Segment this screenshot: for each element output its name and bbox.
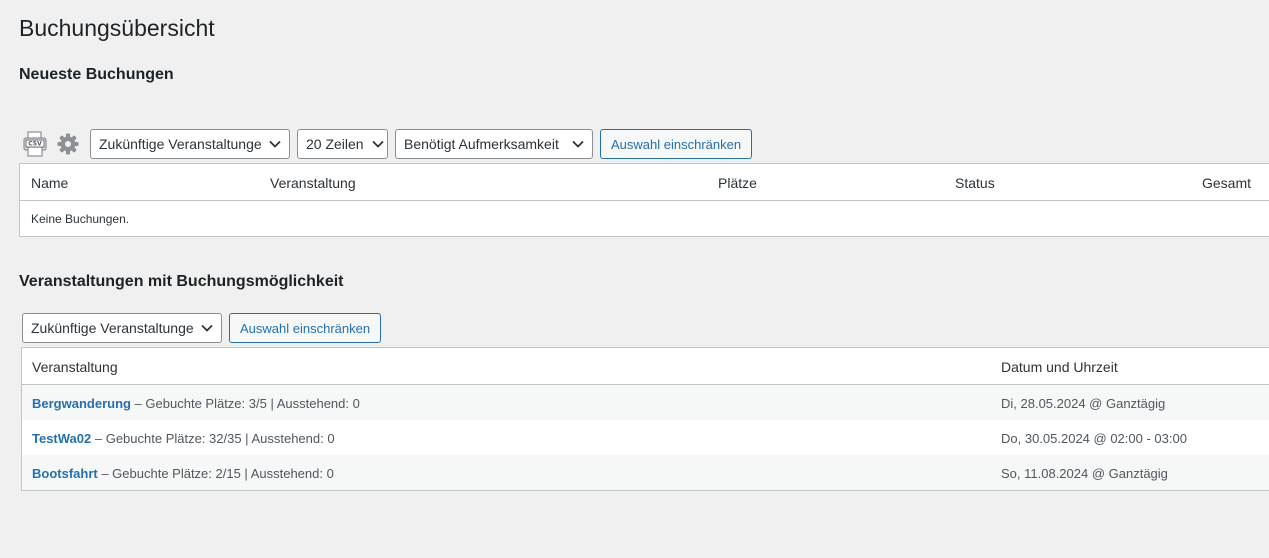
event-details: – Gebuchte Plätze: 2/15 | Ausstehend: 0 xyxy=(97,466,334,481)
column-header-event[interactable]: Veranstaltung xyxy=(32,359,118,375)
table-row-empty: Keine Buchungen. xyxy=(20,201,1269,236)
event-datetime: So, 11.08.2024 @ Ganztägig xyxy=(1001,466,1168,481)
event-link[interactable]: Bootsfahrt xyxy=(32,466,98,481)
bookable-events-title: Veranstaltungen mit Buchungsmöglichkeit xyxy=(19,273,344,290)
event-link[interactable]: TestWa02 xyxy=(32,431,91,446)
booking-status-value: Benötigt Aufmerksamkeit xyxy=(404,136,559,152)
event-details: – Gebuchte Plätze: 3/5 | Ausstehend: 0 xyxy=(130,396,360,411)
events-apply-filter-button[interactable]: Auswahl einschränken xyxy=(229,313,382,343)
column-header-event[interactable]: Veranstaltung xyxy=(270,175,356,191)
events-time-filter-value: Zukünftige Veranstaltungen xyxy=(31,320,193,336)
table-row: Bergwanderung – Gebuchte Plätze: 3/5 | A… xyxy=(22,385,1269,420)
chevron-down-icon xyxy=(564,140,584,148)
column-header-spaces[interactable]: Plätze xyxy=(718,175,757,191)
column-header-total[interactable]: Gesamt xyxy=(1202,175,1251,191)
chevron-down-icon xyxy=(364,140,384,148)
events-time-filter-select[interactable]: Zukünftige Veranstaltungen xyxy=(22,313,222,343)
gear-icon[interactable] xyxy=(57,133,79,155)
recent-bookings-table: Name Veranstaltung Plätze Status Gesamt … xyxy=(19,163,1269,237)
empty-message: Keine Buchungen. xyxy=(31,212,130,226)
event-cell: Bootsfahrt – Gebuchte Plätze: 2/15 | Aus… xyxy=(32,466,334,481)
event-datetime: Do, 30.05.2024 @ 02:00 - 03:00 xyxy=(1001,431,1187,446)
recent-bookings-toolbar: CSV Zukünftige Veranstaltungen 20 Zeilen… xyxy=(23,129,753,159)
column-header-status[interactable]: Status xyxy=(955,175,995,191)
csv-icon-label: CSV xyxy=(28,141,42,148)
booking-status-select[interactable]: Benötigt Aufmerksamkeit xyxy=(395,129,593,159)
event-cell: Bergwanderung – Gebuchte Plätze: 3/5 | A… xyxy=(32,396,360,411)
rows-per-page-value: 20 Zeilen xyxy=(306,136,364,152)
bookable-events-table: Veranstaltung Datum und Uhrzeit Bergwand… xyxy=(21,347,1269,491)
events-toolbar: Zukünftige Veranstaltungen Auswahl einsc… xyxy=(22,313,382,343)
column-header-datetime[interactable]: Datum und Uhrzeit xyxy=(1001,359,1118,375)
table-row: TestWa02 – Gebuchte Plätze: 32/35 | Auss… xyxy=(22,420,1269,455)
event-cell: TestWa02 – Gebuchte Plätze: 32/35 | Auss… xyxy=(32,431,335,446)
page-title: Buchungsübersicht xyxy=(19,15,215,41)
recent-time-filter-value: Zukünftige Veranstaltungen xyxy=(99,136,261,152)
table-row: Bootsfahrt – Gebuchte Plätze: 2/15 | Aus… xyxy=(22,455,1269,490)
recent-bookings-title: Neueste Buchungen xyxy=(19,66,174,83)
rows-per-page-select[interactable]: 20 Zeilen xyxy=(297,129,388,159)
event-details: – Gebuchte Plätze: 32/35 | Ausstehend: 0 xyxy=(91,431,335,446)
recent-apply-filter-button[interactable]: Auswahl einschränken xyxy=(600,129,753,159)
csv-export-icon[interactable]: CSV xyxy=(23,131,47,157)
chevron-down-icon xyxy=(193,324,213,332)
column-header-name[interactable]: Name xyxy=(31,175,68,191)
recent-time-filter-select[interactable]: Zukünftige Veranstaltungen xyxy=(90,129,290,159)
event-link[interactable]: Bergwanderung xyxy=(32,396,131,411)
recent-bookings-header: Name Veranstaltung Plätze Status Gesamt xyxy=(20,164,1269,201)
event-datetime: Di, 28.05.2024 @ Ganztägig xyxy=(1001,396,1166,411)
chevron-down-icon xyxy=(261,140,281,148)
bookable-events-header: Veranstaltung Datum und Uhrzeit xyxy=(22,348,1269,385)
